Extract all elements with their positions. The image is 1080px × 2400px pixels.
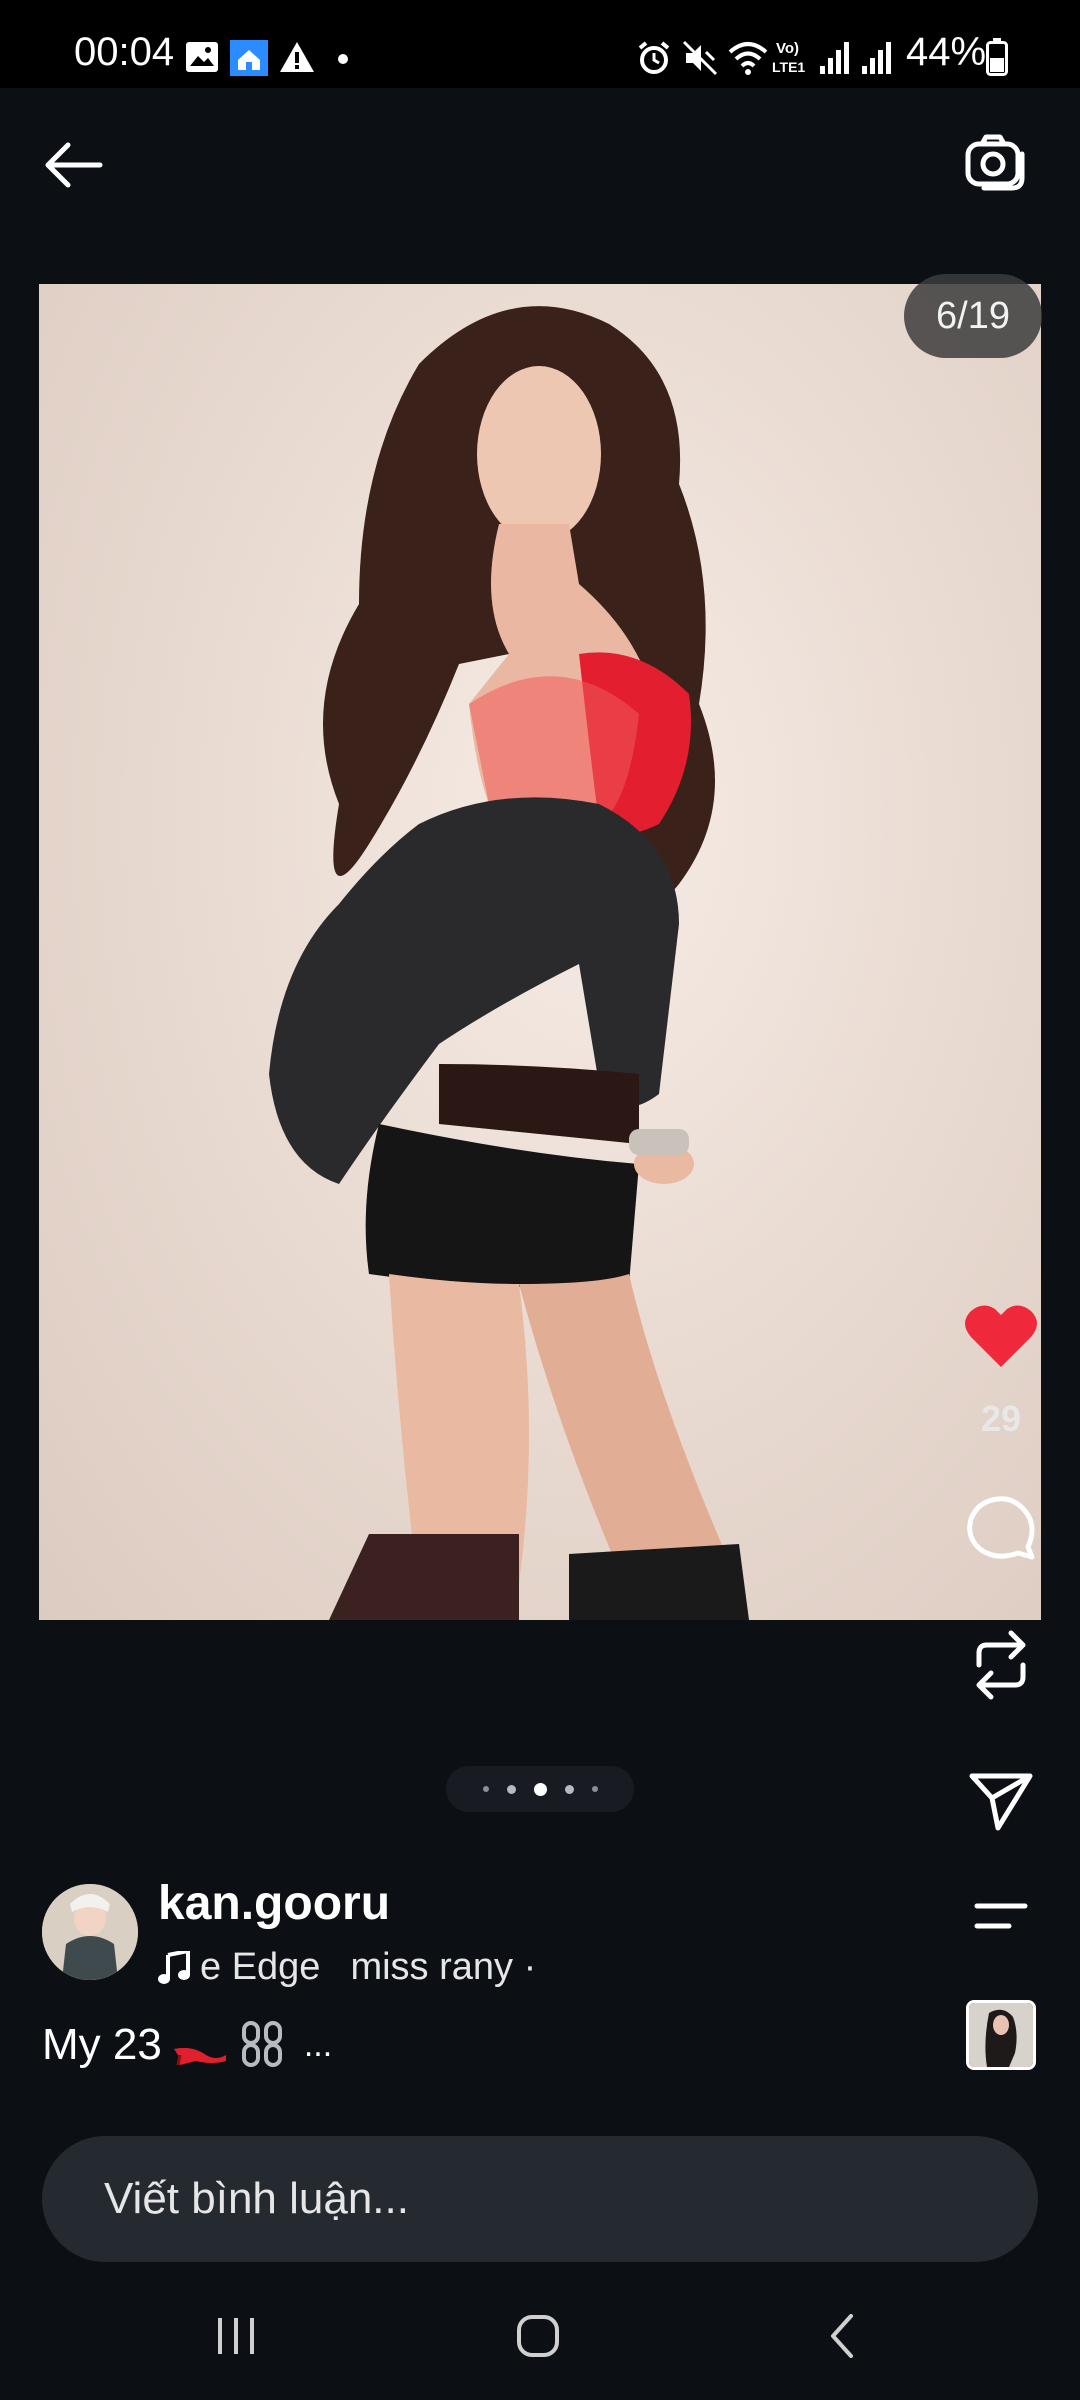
gallery-notification-icon: [186, 42, 218, 72]
like-count[interactable]: 29: [960, 1398, 1042, 1440]
back-button[interactable]: [38, 130, 108, 200]
send-paper-plane-icon: [969, 1773, 1033, 1831]
audio-thumbnail-image: [969, 2003, 1033, 2067]
camera-icon: [965, 134, 1025, 191]
like-button[interactable]: [962, 1302, 1040, 1372]
pagination-dot: [506, 1784, 516, 1794]
repost-icon: [976, 1630, 1026, 1700]
menu-lines-icon: [974, 1903, 1028, 1929]
alarm-icon: [638, 41, 670, 74]
wifi-icon: [728, 42, 768, 75]
comment-input[interactable]: Viết bình luận...: [42, 2136, 1038, 2262]
author-username[interactable]: kan.gooru: [158, 1876, 390, 1931]
music-artist: miss rany ·: [350, 1946, 537, 1988]
back-arrow-icon: [45, 142, 103, 188]
audio-thumbnail-button[interactable]: [966, 2000, 1036, 2070]
battery-percent: 44%: [906, 30, 987, 74]
avatar-image: [42, 1884, 138, 1980]
pagination-dot: [564, 1784, 574, 1794]
camera-button[interactable]: [960, 128, 1030, 198]
home-icon: [517, 2315, 559, 2357]
signal-2-icon: [862, 42, 891, 74]
svg-text:LTE1: LTE1: [772, 59, 805, 75]
signal-1-icon: [820, 42, 849, 74]
chevron-left-icon: [831, 2314, 853, 2358]
author-avatar[interactable]: [42, 1884, 138, 1980]
post-caption[interactable]: My 23 ...: [42, 2020, 332, 2070]
volte-icon: Vo) LTE1: [772, 40, 805, 75]
heart-filled-icon: [965, 1305, 1037, 1367]
image-counter-badge: 6/19: [904, 274, 1042, 358]
recent-apps-button[interactable]: [196, 2306, 276, 2366]
status-bar: 00:04 Vo) LTE1 44%: [0, 0, 1080, 88]
status-time: 00:04: [74, 30, 175, 74]
chains-emoji-icon: [241, 2021, 282, 2067]
mute-icon: [682, 40, 718, 76]
pagination-dot-active: [533, 1782, 547, 1796]
pagination-dot: [591, 1786, 598, 1792]
system-back-button[interactable]: [802, 2306, 882, 2366]
svg-text:Vo): Vo): [776, 40, 799, 57]
post-media-image[interactable]: [39, 284, 1041, 1620]
caption-more[interactable]: ...: [304, 2026, 332, 2065]
music-info[interactable]: e Edge miss rany ·: [158, 1946, 536, 1989]
music-note-icon: [158, 1950, 190, 1984]
caption-text: My 23: [42, 2020, 162, 2069]
warning-notification-icon: [280, 42, 314, 72]
share-button[interactable]: [962, 1764, 1040, 1838]
comment-bubble-icon: [967, 1496, 1035, 1560]
more-notifications-dot-icon: [338, 54, 348, 64]
music-title: e Edge: [200, 1946, 321, 1988]
home-button[interactable]: [498, 2306, 578, 2366]
home-notification-icon: [230, 40, 268, 76]
comment-button[interactable]: [962, 1492, 1040, 1564]
pagination-dot: [482, 1786, 489, 1792]
comment-placeholder: Viết bình luận...: [104, 2174, 409, 2223]
pagination-dots: [446, 1766, 634, 1812]
battery-icon: [986, 38, 1008, 76]
repost-button[interactable]: [962, 1626, 1040, 1704]
photo-illustration: [269, 306, 749, 1620]
recent-apps-icon: [218, 2318, 254, 2354]
more-options-button[interactable]: [962, 1896, 1040, 1936]
high-heel-emoji-icon: [173, 2047, 226, 2065]
